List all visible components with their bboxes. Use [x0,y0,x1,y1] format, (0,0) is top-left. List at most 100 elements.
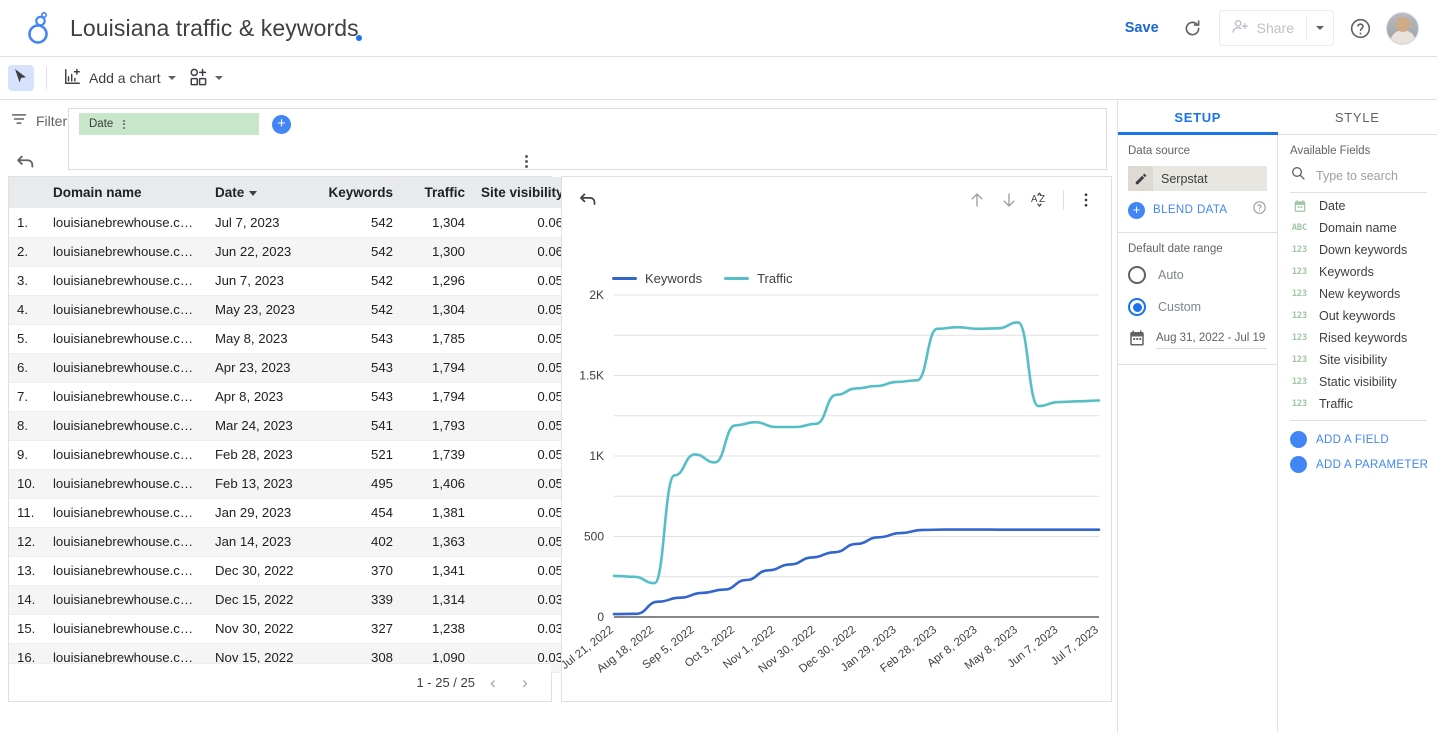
series-line-keywords[interactable] [614,530,1099,615]
user-avatar[interactable] [1386,12,1419,45]
field-item[interactable]: 123Rised keywords [1278,327,1437,349]
add-a-control-button[interactable] [182,63,229,93]
table-row[interactable]: 13.louisianebrewhouse.com....Dec 30, 202… [9,556,571,585]
row-site-visibility: 0.05 [473,324,571,353]
table-row[interactable]: 10.louisianebrewhouse.com....Feb 13, 202… [9,469,571,498]
more-vert-icon[interactable] [1071,185,1101,215]
field-item[interactable]: 123Static visibility [1278,371,1437,393]
row-domain-name: louisianebrewhouse.com.... [45,440,207,469]
field-item[interactable]: ABCDomain name [1278,217,1437,239]
table-row[interactable]: 2.louisianebrewhouse.com....Jun 22, 2023… [9,237,571,266]
row-domain-name: louisianebrewhouse.com.... [45,498,207,527]
row-index: 3. [9,266,45,295]
tab-style[interactable]: STYLE [1278,100,1437,134]
edit-toolbar: Add a chart [0,57,1437,100]
filter-resize-handle[interactable] [525,155,528,168]
blend-data-button[interactable]: + BLEND DATA [1128,200,1267,220]
field-name: Rised keywords [1319,331,1407,345]
refresh-icon[interactable] [1173,8,1213,48]
field-item[interactable]: 123Keywords [1278,261,1437,283]
add-a-chart-button[interactable]: Add a chart [57,63,182,93]
field-item[interactable]: 123Traffic [1278,393,1437,415]
field-search-row[interactable] [1290,165,1427,193]
row-traffic: 1,739 [401,440,473,469]
legend-item-keywords[interactable]: Keywords [612,271,702,286]
field-search-input[interactable] [1316,169,1426,183]
undo-icon[interactable] [14,152,36,179]
table-header-site-visibility[interactable]: Site visibility [473,177,571,208]
row-domain-name: louisianebrewhouse.com.... [45,295,207,324]
document-title[interactable]: Louisiana traffic & keywords [70,15,359,42]
share-dropdown-button[interactable] [1307,11,1333,45]
table-header-domain-name[interactable]: Domain name [45,177,207,208]
table-row[interactable]: 6.louisianebrewhouse.com....Apr 23, 2023… [9,353,571,382]
tab-setup[interactable]: SETUP [1118,100,1278,134]
row-index: 5. [9,324,45,353]
table-row[interactable]: 15.louisianebrewhouse.com....Nov 30, 202… [9,614,571,643]
save-button[interactable]: Save [1111,12,1173,44]
arrow-up-icon[interactable] [962,185,992,215]
field-item[interactable]: 123Out keywords [1278,305,1437,327]
table-row[interactable]: 9.louisianebrewhouse.com....Feb 28, 2023… [9,440,571,469]
add-chart-icon [63,67,82,89]
share-button[interactable]: Share [1220,11,1306,45]
row-date: Jun 7, 2023 [207,266,317,295]
setup-column: Data source Serpstat + BLEND DATA [1118,135,1278,732]
top-bar: Louisiana traffic & keywords Save [0,0,1437,57]
filter-container[interactable]: Date + [68,108,1107,170]
field-item[interactable]: Date [1278,195,1437,217]
row-traffic: 1,406 [401,469,473,498]
pencil-icon[interactable] [1128,166,1153,191]
field-item[interactable]: 123Site visibility [1278,349,1437,371]
looker-studio-logo [24,11,54,45]
help-circle-icon[interactable] [1252,200,1267,220]
row-index: 9. [9,440,45,469]
table-header-date[interactable]: Date [207,177,317,208]
data-source-chip[interactable]: Serpstat [1128,166,1267,191]
add-filter-button[interactable]: + [272,115,291,134]
cursor-tool-button[interactable] [8,65,34,91]
row-keywords: 327 [317,614,401,643]
add-a-parameter-button[interactable]: + ADD A PARAMETER [1278,452,1437,477]
undo-icon[interactable] [572,185,602,215]
table-row[interactable]: 12.louisianebrewhouse.com....Jan 14, 202… [9,527,571,556]
add-control-icon [188,67,208,90]
table-chart[interactable]: Domain name Date Keywords Traffic Site v… [8,176,552,702]
sort-alpha-icon[interactable]: A Z [1026,185,1056,215]
svg-text:Z: Z [1039,194,1045,205]
table-row[interactable]: 3.louisianebrewhouse.com....Jun 7, 20235… [9,266,571,295]
unsaved-dot-icon [356,35,362,41]
table-row[interactable]: 7.louisianebrewhouse.com....Apr 8, 20235… [9,382,571,411]
help-circle-icon[interactable] [1340,8,1380,48]
table-row[interactable]: 8.louisianebrewhouse.com....Mar 24, 2023… [9,411,571,440]
table-header-keywords[interactable]: Keywords [317,177,401,208]
legend-item-traffic[interactable]: Traffic [724,271,792,286]
field-name: Keywords [1319,265,1374,279]
field-item[interactable]: 123Down keywords [1278,239,1437,261]
row-date: May 23, 2023 [207,295,317,324]
table-header-traffic[interactable]: Traffic [401,177,473,208]
date-range-picker[interactable]: Aug 31, 2022 - Jul 19… [1128,329,1267,352]
table-row[interactable]: 14.louisianebrewhouse.com....Dec 15, 202… [9,585,571,614]
time-series-chart[interactable]: A Z Keywords Traffic [561,176,1112,702]
sort-descending-icon [249,191,257,196]
filter-chip-date[interactable]: Date [79,113,259,135]
table-row[interactable]: 11.louisianebrewhouse.com....Jan 29, 202… [9,498,571,527]
date-range-option-custom[interactable]: Custom [1128,291,1267,323]
chevron-right-icon[interactable]: › [511,669,539,697]
table-row[interactable]: 1.louisianebrewhouse.com....Jul 7, 20235… [9,208,571,237]
chevron-left-icon[interactable]: ‹ [479,669,507,697]
table-row[interactable]: 4.louisianebrewhouse.com....May 23, 2023… [9,295,571,324]
legend-label-keywords: Keywords [645,271,702,286]
drag-dots-icon[interactable] [123,120,125,129]
table-row[interactable]: 5.louisianebrewhouse.com....May 8, 20235… [9,324,571,353]
row-keywords: 542 [317,295,401,324]
arrow-down-icon[interactable] [994,185,1024,215]
looker-studio-app: Louisiana traffic & keywords Save [0,0,1437,733]
chart-plot-area[interactable]: 05001K1.5K2KJul 21, 2022Aug 18, 2022Sep … [562,287,1113,701]
date-range-option-auto[interactable]: Auto [1128,259,1267,291]
add-a-field-button[interactable]: + ADD A FIELD [1278,427,1437,452]
data-source-title: Data source [1128,145,1267,157]
field-item[interactable]: 123New keywords [1278,283,1437,305]
number-type-icon: 123 [1290,311,1309,321]
